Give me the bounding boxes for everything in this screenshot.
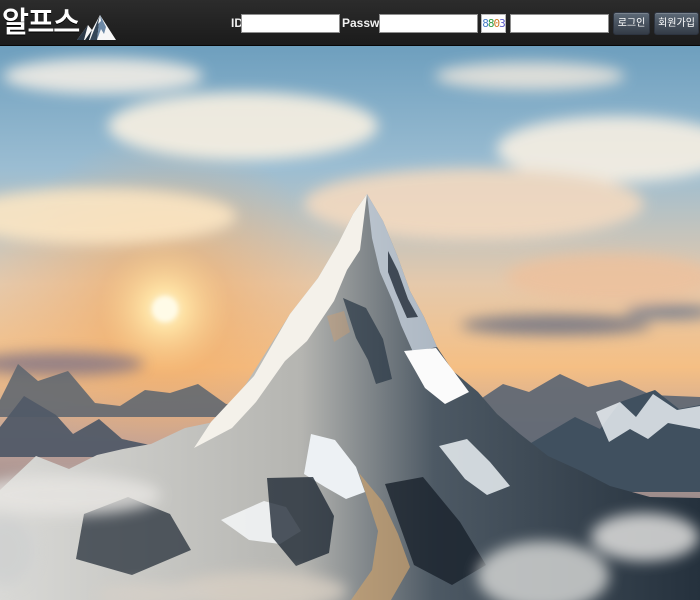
login-button[interactable]: 로그인 [613,12,650,35]
id-input[interactable] [241,14,340,33]
mountain-landscape-background [0,46,700,600]
password-input[interactable] [379,14,478,33]
site-logo-text: 알프스 [2,5,80,39]
captcha-digit: 3 [499,17,505,30]
captcha-input[interactable] [510,14,609,33]
page: 알프스 ID Password 8803 로그인 회원가입 [0,0,700,600]
top-navigation-bar: 알프스 ID Password 8803 로그인 회원가입 [0,0,700,46]
captcha-image: 8803 [481,14,506,33]
signup-button[interactable]: 회원가입 [654,12,699,35]
mountain-logo-icon [77,15,116,40]
site-logo[interactable]: 알프스 [2,4,120,42]
